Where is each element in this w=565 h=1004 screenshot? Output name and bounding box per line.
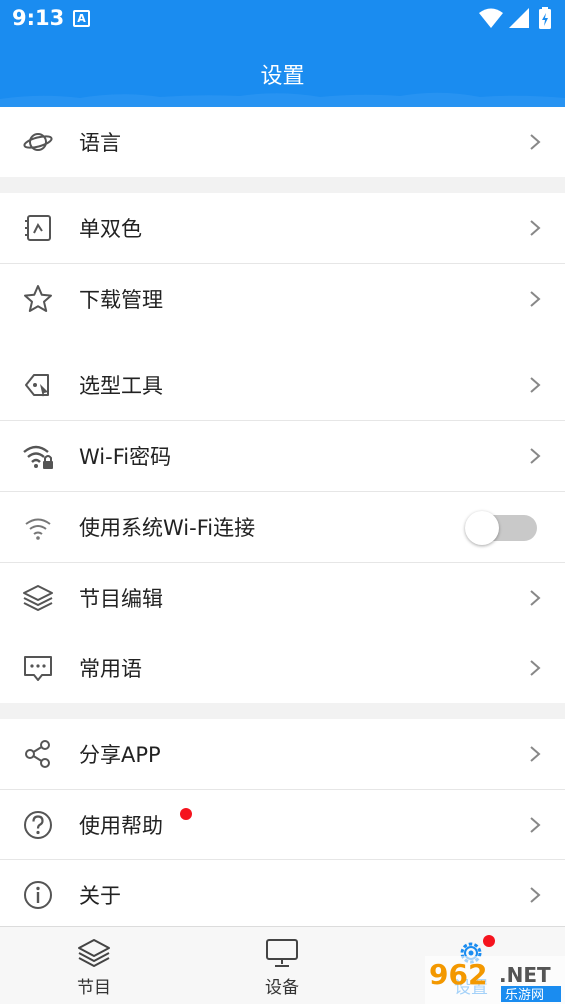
menu-item-selection-tool[interactable]: 选型工具 <box>0 350 565 420</box>
planet-icon <box>23 133 53 151</box>
layers-icon <box>23 585 53 611</box>
layers-icon <box>78 939 110 967</box>
menu-item-label: Wi-Fi密码 <box>79 445 172 469</box>
message-icon <box>24 656 52 681</box>
page-title: 设置 <box>260 64 305 89</box>
settings-list: 语言 单双色 下载管理 选型工具 Wi-Fi密码 使用系统Wi-Fi连接 节目编… <box>0 107 565 926</box>
system-wifi-toggle[interactable] <box>465 511 537 545</box>
section-divider <box>0 177 565 193</box>
menu-item-share-app[interactable]: 分享APP <box>0 719 565 789</box>
menu-item-label: 节目编辑 <box>79 587 163 611</box>
menu-item-label: 使用帮助 <box>79 814 163 838</box>
site-watermark: 962 .NET 乐游网 <box>425 956 565 1004</box>
tab-devices[interactable]: 设备 <box>188 927 376 1004</box>
menu-item-program-edit[interactable]: 节目编辑 <box>0 563 565 633</box>
menu-item-label: 分享APP <box>79 743 161 767</box>
notification-icon: A <box>73 10 90 27</box>
app-bar: 设置 <box>0 38 565 107</box>
share-icon <box>25 740 50 768</box>
info-icon <box>24 881 52 909</box>
chevron-right-icon <box>530 746 541 762</box>
menu-item-system-wifi: 使用系统Wi-Fi连接 <box>0 492 565 562</box>
chevron-right-icon <box>530 448 541 464</box>
menu-item-wifi-password[interactable]: Wi-Fi密码 <box>0 421 565 491</box>
svg-text:962: 962 <box>429 958 487 991</box>
chevron-right-icon <box>530 377 541 393</box>
monitor-icon <box>266 939 298 967</box>
status-bar: 9:13 A <box>0 0 565 38</box>
tab-label: 节目 <box>77 978 111 998</box>
chevron-right-icon <box>530 817 541 833</box>
cell-signal-icon <box>509 8 529 28</box>
menu-item-label: 语言 <box>79 131 121 155</box>
wifi-icon <box>25 518 51 540</box>
menu-item-label: 使用系统Wi-Fi连接 <box>79 516 256 540</box>
menu-item-label: 下载管理 <box>79 288 163 312</box>
battery-icon <box>539 7 551 29</box>
menu-item-label: 关于 <box>79 884 121 908</box>
star-icon <box>24 285 52 312</box>
menu-item-download-management[interactable]: 下载管理 <box>0 264 565 334</box>
wifi-lock-icon <box>23 445 53 469</box>
system-status-icons <box>479 7 551 29</box>
menu-item-label: 选型工具 <box>79 374 163 398</box>
chevron-right-icon <box>530 291 541 307</box>
wifi-signal-icon <box>479 8 503 28</box>
menu-item-mono-dual-color[interactable]: 单双色 <box>0 193 565 263</box>
menu-item-common-phrases[interactable]: 常用语 <box>0 633 565 703</box>
menu-item-label: 单双色 <box>79 217 142 241</box>
menu-item-language[interactable]: 语言 <box>0 107 565 177</box>
toggle-knob <box>465 511 499 545</box>
led-board-icon <box>25 215 51 241</box>
svg-text:乐游网: 乐游网 <box>505 988 544 1003</box>
menu-item-about[interactable]: 关于 <box>0 860 565 930</box>
chevron-right-icon <box>530 134 541 150</box>
header-decoration <box>0 92 565 107</box>
chevron-right-icon <box>530 590 541 606</box>
tab-label: 设备 <box>265 978 299 998</box>
tag-cursor-icon <box>25 374 49 397</box>
new-badge-dot <box>180 808 192 820</box>
chevron-right-icon <box>530 887 541 903</box>
chevron-right-icon <box>530 660 541 676</box>
menu-item-label: 常用语 <box>79 657 142 681</box>
tab-programs[interactable]: 节目 <box>0 927 188 1004</box>
status-time: 9:13 <box>12 6 65 30</box>
chevron-right-icon <box>530 220 541 236</box>
new-badge-dot <box>483 935 495 947</box>
svg-text:.NET: .NET <box>499 963 551 987</box>
menu-item-help[interactable]: 使用帮助 <box>0 790 565 860</box>
section-divider <box>0 703 565 719</box>
help-circle-icon <box>24 811 52 839</box>
